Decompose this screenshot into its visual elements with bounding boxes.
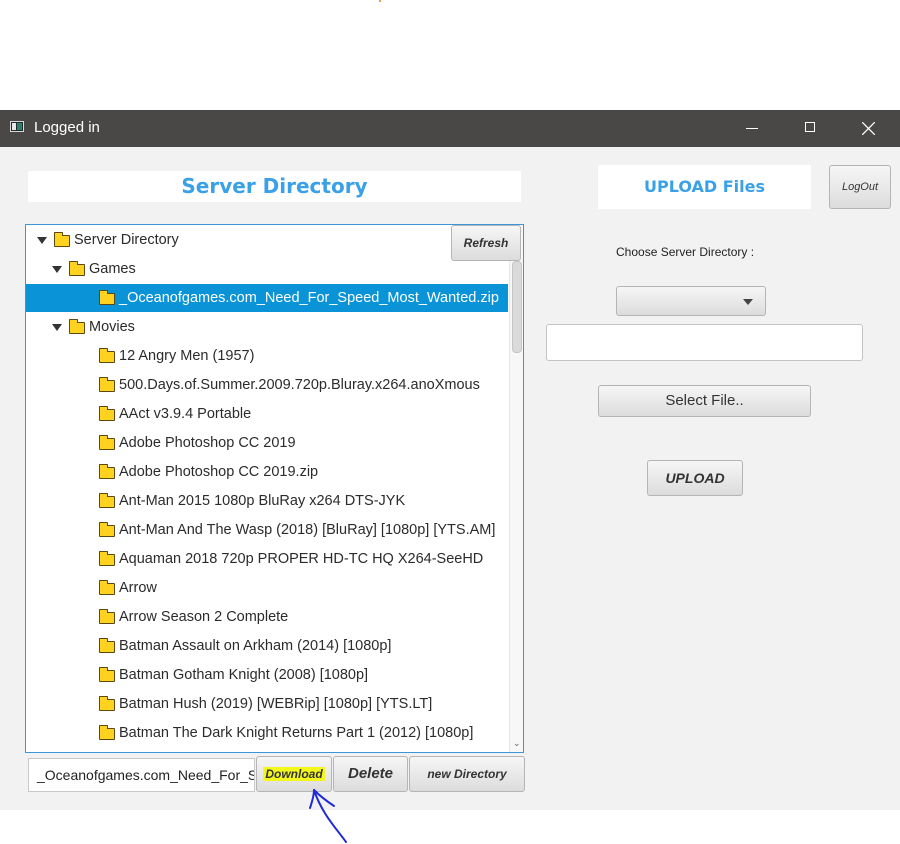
tree-item-label: Arrow Season 2 Complete <box>119 609 289 625</box>
scroll-thumb[interactable] <box>512 261 522 353</box>
tree-item[interactable]: Ant-Man 2015 1080p BluRay x264 DTS-JYK <box>26 487 508 515</box>
tree-item[interactable]: Batman The Dark Knight Returns Part 1 (2… <box>26 719 508 747</box>
hand-drawn-arrow-annotation <box>309 789 347 843</box>
folder-icon <box>99 464 115 479</box>
tree-item-label: Batman Gotham Knight (2008) [1080p] <box>119 667 369 683</box>
app-window: Logged in Server Directory ⌄ Server Dire… <box>0 110 900 810</box>
folder-icon <box>99 406 115 421</box>
tree-item-label: Batman Hush (2019) [WEBRip] [1080p] [YTS… <box>119 696 433 712</box>
folder-icon <box>99 522 115 537</box>
directory-tree[interactable]: ⌄ Server Directory Games _Oceanofgames.com… <box>25 224 524 753</box>
tree-item[interactable]: Games <box>26 255 508 283</box>
minimize-button[interactable] <box>730 110 776 147</box>
folder-icon <box>99 551 115 566</box>
tree-item[interactable]: Server Directory <box>26 226 508 254</box>
tree-scrollbar[interactable]: ⌄ <box>509 225 523 752</box>
expand-arrow-icon[interactable] <box>52 266 62 273</box>
tree-item-label: Movies <box>89 319 135 335</box>
tree-item-label: AAct v3.9.4 Portable <box>119 406 252 422</box>
maximize-button[interactable] <box>788 110 834 147</box>
download-label: Download <box>263 767 325 781</box>
close-button[interactable] <box>846 110 892 147</box>
maximize-icon <box>805 122 815 132</box>
tree-item-label: Ant-Man And The Wasp (2018) [BluRay] [10… <box>119 522 496 538</box>
folder-icon <box>99 348 115 363</box>
folder-icon <box>99 290 115 305</box>
tree-item[interactable]: Batman Hush (2019) [WEBRip] [1080p] [YTS… <box>26 690 508 718</box>
tree-item-label: Server Directory <box>74 232 179 248</box>
tree-item[interactable]: Batman Gotham Knight (2008) [1080p] <box>26 661 508 689</box>
folder-icon <box>99 696 115 711</box>
tree-item-label: Games <box>89 261 136 277</box>
tree-item[interactable]: Aquaman 2018 720p PROPER HD-TC HQ X264-S… <box>26 545 508 573</box>
tree-item[interactable]: 500.Days.of.Summer.2009.720p.Bluray.x264… <box>26 371 508 399</box>
minimize-icon <box>746 128 758 129</box>
folder-icon <box>99 580 115 595</box>
tree-item[interactable]: 12 Angry Men (1957) <box>26 342 508 370</box>
tree-item[interactable]: AAct v3.9.4 Portable <box>26 400 508 428</box>
refresh-button[interactable]: Refresh <box>451 225 521 261</box>
server-directory-title: Server Directory <box>28 171 521 202</box>
expand-arrow-icon[interactable] <box>52 324 62 331</box>
tree-item[interactable]: Arrow Season 2 Complete <box>26 603 508 631</box>
folder-icon <box>99 667 115 682</box>
tree-item-label: _Oceanofgames.com_Need_For_Speed_Most_Wa… <box>119 290 499 306</box>
file-path-field[interactable] <box>546 324 863 361</box>
logout-button[interactable]: LogOut <box>829 165 891 209</box>
tree-item[interactable]: Ant-Man And The Wasp (2018) [BluRay] [10… <box>26 516 508 544</box>
folder-icon <box>99 493 115 508</box>
upload-button[interactable]: UPLOAD <box>647 460 743 496</box>
tree-item-label: Ant-Man 2015 1080p BluRay x264 DTS-JYK <box>119 493 406 509</box>
tree-item[interactable]: Batman Assault on Arkham (2014) [1080p] <box>26 632 508 660</box>
folder-icon <box>99 609 115 624</box>
new-directory-button[interactable]: new Directory <box>409 756 525 792</box>
folder-icon <box>69 261 85 276</box>
tree-item-label: Adobe Photoshop CC 2019.zip <box>119 464 319 480</box>
select-file-button[interactable]: Select File.. <box>598 385 811 417</box>
tree-item-label: Batman Assault on Arkham (2014) [1080p] <box>119 638 392 654</box>
folder-icon <box>99 725 115 740</box>
scroll-down-icon[interactable]: ⌄ <box>513 739 521 749</box>
tree-item[interactable]: Arrow <box>26 574 508 602</box>
title-bar: Logged in <box>0 110 900 147</box>
folder-icon <box>99 377 115 392</box>
selected-file-field[interactable]: _Oceanofgames.com_Need_For_Speed_Most_Wa… <box>28 758 255 792</box>
upload-files-title: UPLOAD Files <box>598 165 811 209</box>
window-title: Logged in <box>34 119 100 136</box>
choose-directory-label: Choose Server Directory : <box>616 245 755 259</box>
expand-arrow-icon[interactable] <box>37 237 47 244</box>
server-directory-combo[interactable] <box>616 286 766 316</box>
folder-icon <box>69 319 85 334</box>
chevron-down-icon <box>743 299 753 305</box>
app-icon <box>10 121 24 132</box>
tree-item-label: Adobe Photoshop CC 2019 <box>119 435 296 451</box>
tree-item-label: 12 Angry Men (1957) <box>119 348 255 364</box>
folder-icon <box>99 638 115 653</box>
tree-item[interactable]: Adobe Photoshop CC 2019.zip <box>26 458 508 486</box>
stray-dot <box>379 0 381 2</box>
tree-item-label: Batman The Dark Knight Returns Part 1 (2… <box>119 725 474 741</box>
tree-item-label: Aquaman 2018 720p PROPER HD-TC HQ X264-S… <box>119 551 484 567</box>
folder-icon <box>99 435 115 450</box>
tree-item[interactable]: Adobe Photoshop CC 2019 <box>26 429 508 457</box>
tree-item[interactable]: _Oceanofgames.com_Need_For_Speed_Most_Wa… <box>26 284 508 312</box>
folder-icon <box>54 232 70 247</box>
close-icon <box>862 122 875 135</box>
tree-item-label: Arrow <box>119 580 157 596</box>
tree-item[interactable]: Movies <box>26 313 508 341</box>
tree-item-label: 500.Days.of.Summer.2009.720p.Bluray.x264… <box>119 377 480 393</box>
